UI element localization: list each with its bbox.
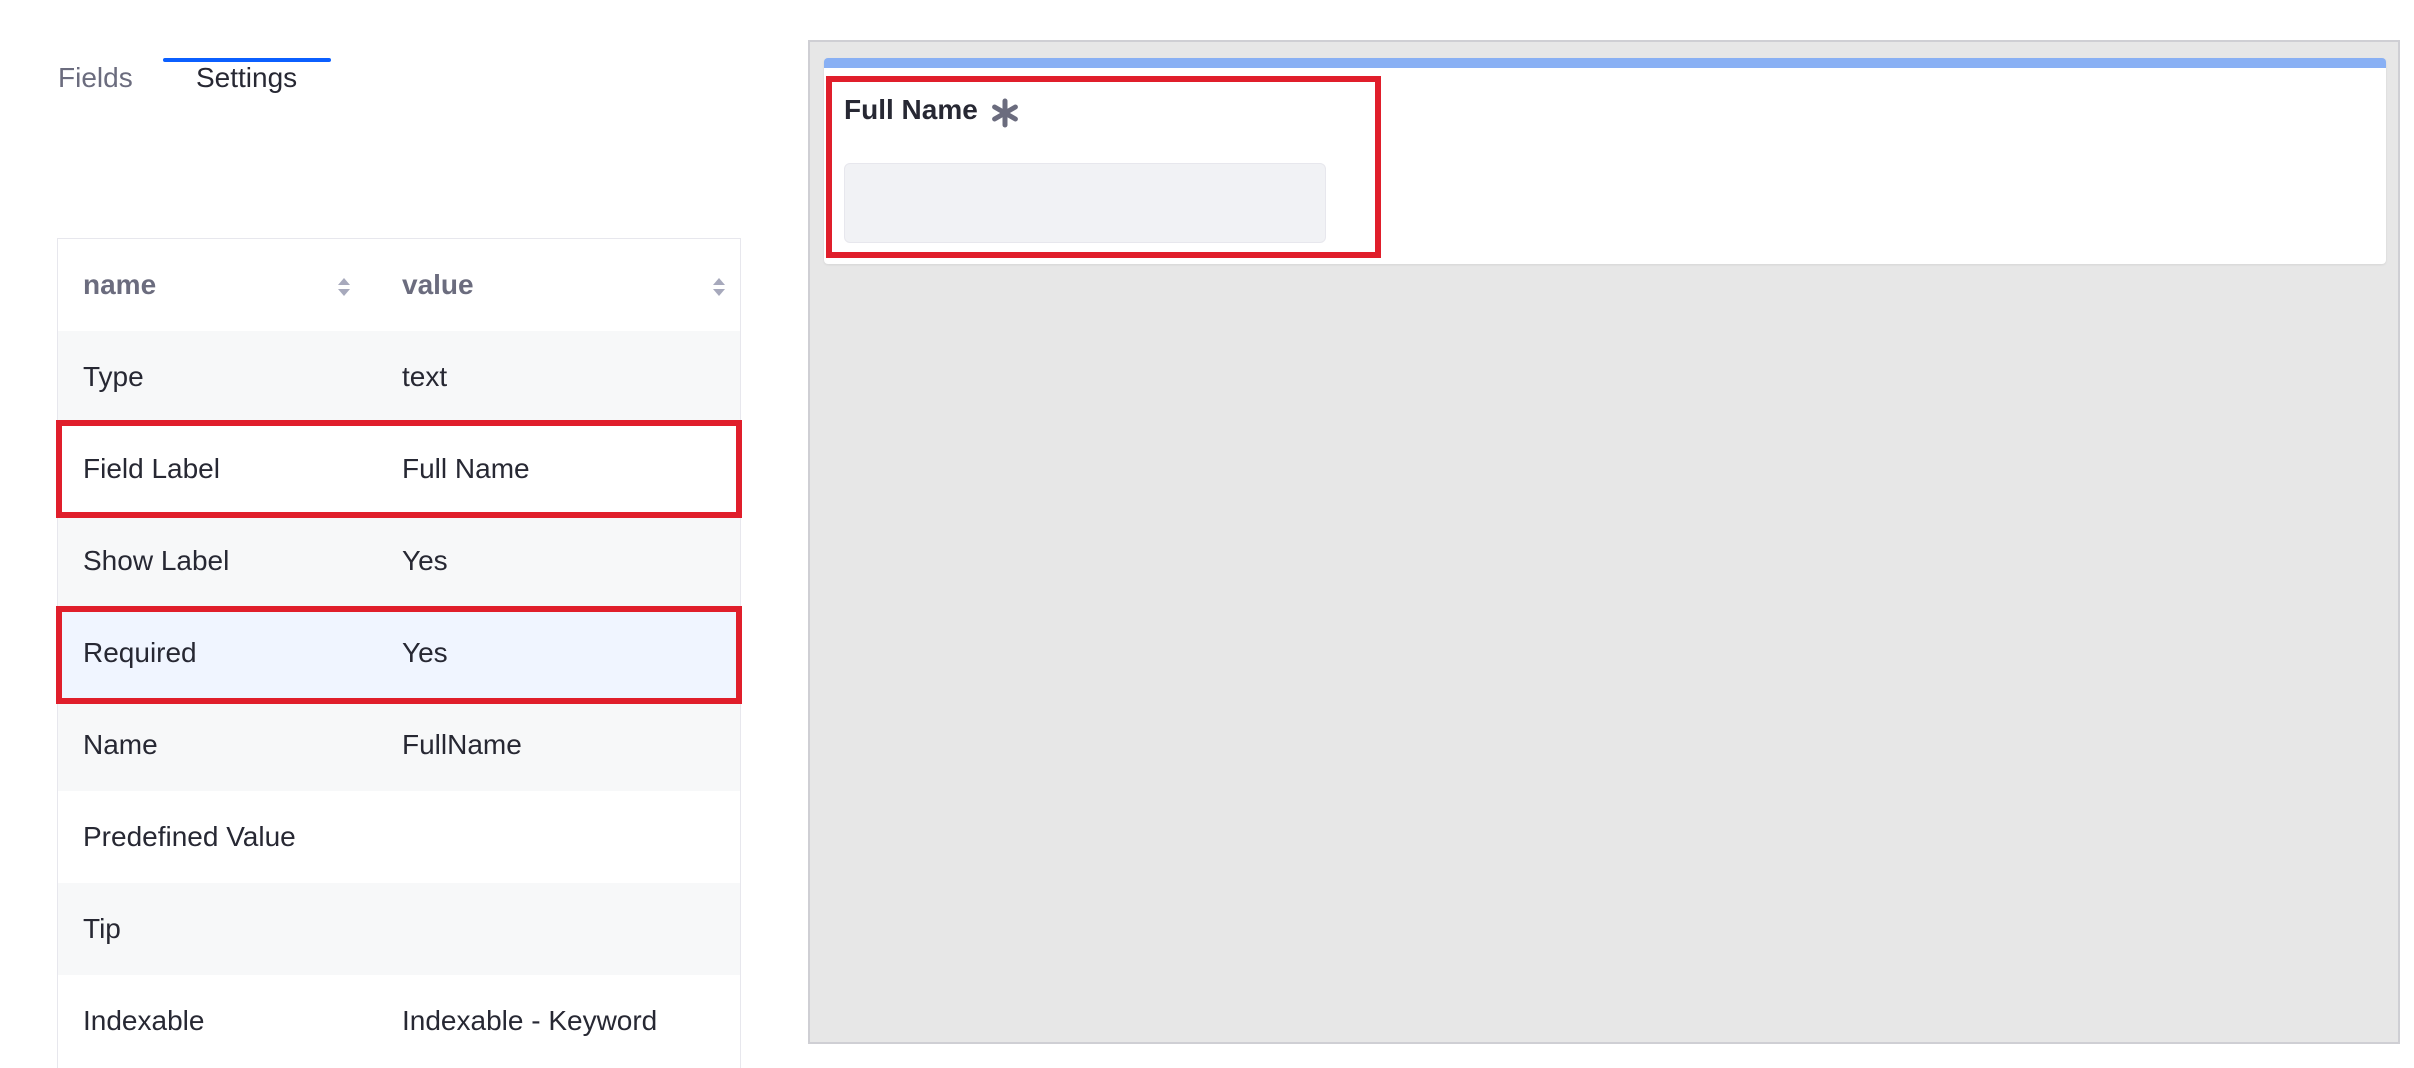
row-name: Show Label (83, 545, 230, 576)
field-label: Full Name (844, 94, 978, 125)
row-name: Predefined Value (83, 821, 296, 852)
row-value: FullName (402, 729, 522, 760)
active-tab-indicator (163, 58, 331, 62)
row-name: Field Label (83, 453, 220, 484)
field-preview-card[interactable]: Full Name (824, 58, 2386, 264)
column-header-name[interactable]: name (83, 239, 156, 331)
row-name: Indexable (83, 1005, 205, 1036)
table-row[interactable]: Type text (58, 331, 740, 423)
table-row[interactable]: Name FullName (58, 699, 740, 791)
full-name-input[interactable] (844, 163, 1326, 243)
row-value: text (402, 361, 448, 392)
row-name: Tip (83, 913, 121, 944)
table-row[interactable]: Tip (58, 883, 740, 975)
row-value: Full Name (402, 453, 530, 484)
row-value: Indexable - Keyword (402, 1005, 658, 1036)
table-row[interactable]: Field Label Full Name (58, 423, 740, 515)
table-row[interactable]: Required Yes (58, 607, 740, 699)
asterisk-icon (992, 98, 1018, 128)
table-row[interactable]: Indexable Indexable - Keyword (58, 975, 740, 1067)
tab-fields[interactable]: Fields (58, 62, 133, 94)
tab-settings[interactable]: Settings (196, 62, 297, 94)
form-builder-page: Fields Settings name value Type text Fie… (0, 0, 2414, 1068)
column-header-value[interactable]: value (402, 239, 474, 331)
sort-icon[interactable] (712, 277, 726, 297)
settings-table: name value Type text Field Label Full Na… (57, 238, 741, 1068)
table-row[interactable]: Show Label Yes (58, 515, 740, 607)
table-header-row: name value (58, 239, 740, 331)
row-value: Yes (402, 545, 448, 576)
row-name: Required (83, 637, 197, 668)
row-value: Yes (402, 637, 448, 668)
row-name: Type (83, 361, 144, 392)
sort-icon[interactable] (337, 277, 351, 297)
row-name: Name (83, 729, 158, 760)
form-preview-canvas: Full Name (808, 40, 2400, 1044)
table-row[interactable]: Predefined Value (58, 791, 740, 883)
